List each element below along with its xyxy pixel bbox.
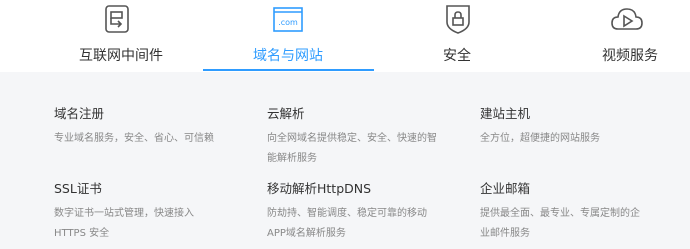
product-title: SSL证书 [54,181,102,196]
product-title: 域名注册 [54,106,105,121]
tab-video-service[interactable]: 视频服务 [590,0,690,72]
svg-text:.com: .com [278,18,298,27]
domain-com-icon: .com [272,3,304,35]
middleware-icon [101,3,133,35]
tab-middleware[interactable]: 互联网中间件 [60,0,190,72]
product-title: 移动解析HttpDNS [267,181,372,196]
tab-security[interactable]: 安全 [415,0,495,72]
product-ssl-certificate[interactable]: SSL证书 数字证书一站式管理，快速接入HTTPS 安全 [54,181,204,244]
product-title: 企业邮箱 [480,181,531,196]
tab-domain-and-website[interactable]: .com 域名与网站 [203,0,374,72]
tab-label: 视频服务 [602,48,658,64]
product-enterprise-mail[interactable]: 企业邮箱 提供最全面、最专业、专属定制的企业邮件服务 [480,181,648,244]
product-title: 云解析 [267,106,305,121]
product-httpdns[interactable]: 移动解析HttpDNS 防劫持、智能调度、稳定可靠的移动APP域名解析服务 [267,181,437,244]
product-domain-registration[interactable]: 域名注册 专业域名服务，安全、省心、可信赖 [54,106,234,149]
category-tabbar: 互联网中间件 .com 域名与网站 安全 视频服务 [0,0,690,72]
product-desc: 防劫持、智能调度、稳定可靠的移动APP域名解析服务 [267,208,427,239]
product-desc: 提供最全面、最专业、专属定制的企业邮件服务 [480,208,640,239]
tab-label: 安全 [443,48,471,64]
product-title: 建站主机 [480,106,531,121]
product-cloud-dns[interactable]: 云解析 向全网域名提供稳定、安全、快速的智能解析服务 [267,106,437,169]
product-desc: 专业域名服务，安全、省心、可信赖 [54,133,214,144]
product-web-hosting[interactable]: 建站主机 全方位，超便捷的网站服务 [480,106,660,149]
product-desc: 全方位，超便捷的网站服务 [480,133,600,144]
product-desc: 数字证书一站式管理，快速接入HTTPS 安全 [54,208,194,239]
shield-lock-icon [442,3,474,35]
tab-label: 互联网中间件 [79,48,163,64]
tab-label: 域名与网站 [253,48,323,64]
cloud-play-icon [610,3,643,35]
active-tab-indicator [203,69,374,71]
product-desc: 向全网域名提供稳定、安全、快速的智能解析服务 [267,133,437,164]
